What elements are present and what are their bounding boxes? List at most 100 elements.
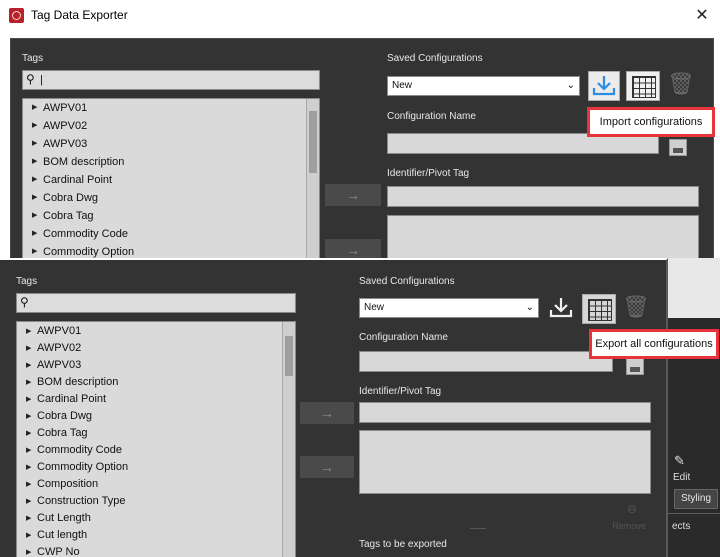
tag-list-item-label: CWP No: [37, 546, 80, 557]
saved-configurations-label: Saved Configurations: [359, 276, 455, 287]
expand-arrow-icon[interactable]: ▶: [26, 476, 31, 493]
tag-list-item[interactable]: ▶ AWPV01: [17, 323, 295, 340]
tag-list-item[interactable]: ▶ Cobra Tag: [23, 207, 319, 225]
tag-list-item[interactable]: ▶ AWPV03: [23, 135, 319, 153]
tag-list-item-label: BOM description: [37, 376, 119, 388]
window-title: Tag Data Exporter: [31, 8, 128, 22]
expand-arrow-icon[interactable]: ▶: [32, 171, 37, 189]
tags-search-input[interactable]: ⚲: [16, 293, 296, 313]
saved-configurations-label: Saved Configurations: [387, 53, 483, 64]
scrollbar-thumb[interactable]: [309, 111, 317, 173]
tag-list-item-label: Cardinal Point: [37, 393, 107, 405]
tags-list[interactable]: ▶ AWPV01 ▶ AWPV02 ▶ AWPV03 ▶ BOM description ▶ Ca…: [16, 321, 296, 557]
tag-list-item-label: Composition: [37, 478, 99, 490]
expand-arrow-icon[interactable]: ▶: [32, 99, 37, 117]
expand-arrow-icon[interactable]: ▶: [26, 493, 31, 510]
tag-list-item[interactable]: ▶ Cardinal Point: [23, 171, 319, 189]
pivot-tag-list[interactable]: [359, 430, 651, 494]
configuration-name-input[interactable]: [359, 351, 613, 372]
tag-list-item[interactable]: ▶ Cut Length: [17, 510, 295, 527]
background-panel-top: [668, 258, 720, 318]
saved-configurations-select[interactable]: New ⌄: [359, 298, 539, 318]
export-all-configurations-tooltip: Export all configurations: [589, 329, 719, 359]
tag-list-item[interactable]: ▶ Cobra Dwg: [17, 408, 295, 425]
expand-arrow-icon[interactable]: ▶: [26, 357, 31, 374]
save-icon[interactable]: [626, 358, 644, 375]
expand-arrow-icon[interactable]: ▶: [26, 459, 31, 476]
expand-arrow-icon[interactable]: ▶: [26, 323, 31, 340]
expand-arrow-icon[interactable]: ▶: [26, 544, 31, 557]
expand-arrow-icon[interactable]: ▶: [26, 374, 31, 391]
tag-list-item[interactable]: ▶ AWPV01: [23, 99, 319, 117]
tag-list-item[interactable]: ▶ Commodity Code: [23, 225, 319, 243]
scrollbar-thumb[interactable]: [285, 336, 293, 376]
tag-list-item-label: Cobra Dwg: [37, 410, 93, 422]
import-configurations-tooltip: Import configurations: [587, 107, 715, 137]
expand-arrow-icon[interactable]: ▶: [26, 425, 31, 442]
tags-list[interactable]: ▶ AWPV01 ▶ AWPV02 ▶ AWPV03 ▶ BOM description ▶ Ca…: [22, 98, 320, 260]
tag-list-item[interactable]: ▶ Commodity Option: [17, 459, 295, 476]
add-tag-arrow-button[interactable]: →: [300, 402, 354, 424]
grid-icon: [632, 76, 656, 98]
tag-list-item[interactable]: ▶ CWP No: [17, 544, 295, 557]
tag-list-item-label: Cardinal Point: [43, 174, 113, 186]
tag-list-item[interactable]: ▶ BOM description: [23, 153, 319, 171]
identifier-pivot-tag-input[interactable]: [387, 186, 699, 207]
saved-configurations-select[interactable]: New ⌄: [387, 76, 580, 96]
add-tag-arrow-button-2[interactable]: →: [300, 456, 354, 478]
tag-list-item[interactable]: ▶ Cut length: [17, 527, 295, 544]
tag-list-item[interactable]: ▶ AWPV02: [23, 117, 319, 135]
tag-list-item[interactable]: ▶ Commodity Code: [17, 442, 295, 459]
tag-list-item[interactable]: ▶ AWPV02: [17, 340, 295, 357]
search-value: |: [40, 74, 43, 86]
tag-list-item[interactable]: ▶ BOM description: [17, 374, 295, 391]
tags-list-scrollbar[interactable]: [306, 99, 319, 260]
chevron-down-icon: ⌄: [525, 302, 534, 313]
expand-arrow-icon[interactable]: ▶: [32, 117, 37, 135]
saved-configurations-value: New: [364, 302, 385, 313]
expand-arrow-icon[interactable]: ▶: [26, 391, 31, 408]
tag-list-item[interactable]: ▶ Cobra Dwg: [23, 189, 319, 207]
tag-list-item[interactable]: ▶ Cobra Tag: [17, 425, 295, 442]
tag-list-item[interactable]: ▶ AWPV03: [17, 357, 295, 374]
add-tag-arrow-button[interactable]: →: [325, 184, 381, 206]
delete-configuration-button[interactable]: 🗑: [667, 71, 695, 101]
pivot-tag-list[interactable]: [387, 215, 699, 260]
expand-arrow-icon[interactable]: ▶: [32, 225, 37, 243]
tag-list-item[interactable]: ▶ Cardinal Point: [17, 391, 295, 408]
export-all-configurations-button[interactable]: [626, 71, 660, 101]
expand-arrow-icon[interactable]: ▶: [32, 189, 37, 207]
expand-arrow-icon[interactable]: ▶: [26, 408, 31, 425]
expand-arrow-icon[interactable]: ▶: [32, 207, 37, 225]
expand-arrow-icon[interactable]: ▶: [32, 153, 37, 171]
tag-list-item-label: Cobra Tag: [43, 210, 94, 222]
expand-arrow-icon[interactable]: ▶: [32, 135, 37, 153]
remove-icon[interactable]: ⊖: [618, 502, 646, 516]
tag-list-item[interactable]: ▶ Construction Type: [17, 493, 295, 510]
export-all-configurations-button[interactable]: [582, 294, 616, 324]
edit-label: Edit: [673, 472, 691, 483]
identifier-pivot-tag-input[interactable]: [359, 402, 651, 423]
edit-icon[interactable]: ✎: [674, 453, 685, 469]
remove-label: Remove: [612, 521, 646, 531]
tag-list-item-label: AWPV01: [37, 325, 82, 337]
expand-arrow-icon[interactable]: ▶: [26, 442, 31, 459]
title-bar: Tag Data Exporter ✕: [0, 0, 720, 32]
delete-configuration-button[interactable]: 🗑: [622, 294, 650, 324]
expand-arrow-icon[interactable]: ▶: [26, 510, 31, 527]
tags-search-input[interactable]: ⚲ |: [22, 70, 320, 90]
styling-tab[interactable]: Styling: [674, 489, 718, 509]
saved-configurations-value: New: [392, 80, 413, 91]
save-icon[interactable]: [669, 139, 687, 156]
close-button[interactable]: ✕: [690, 5, 714, 27]
add-tag-arrow-button-2[interactable]: →: [325, 239, 381, 260]
tags-list-scrollbar[interactable]: [282, 322, 295, 557]
import-configurations-button[interactable]: [546, 294, 578, 324]
import-configurations-button[interactable]: [588, 71, 620, 101]
tag-list-item-label: Cut length: [37, 529, 88, 541]
tags-to-be-exported-label: Tags to be exported: [359, 539, 447, 550]
divider: [470, 528, 486, 529]
expand-arrow-icon[interactable]: ▶: [26, 527, 31, 544]
tag-list-item[interactable]: ▶ Composition: [17, 476, 295, 493]
expand-arrow-icon[interactable]: ▶: [26, 340, 31, 357]
